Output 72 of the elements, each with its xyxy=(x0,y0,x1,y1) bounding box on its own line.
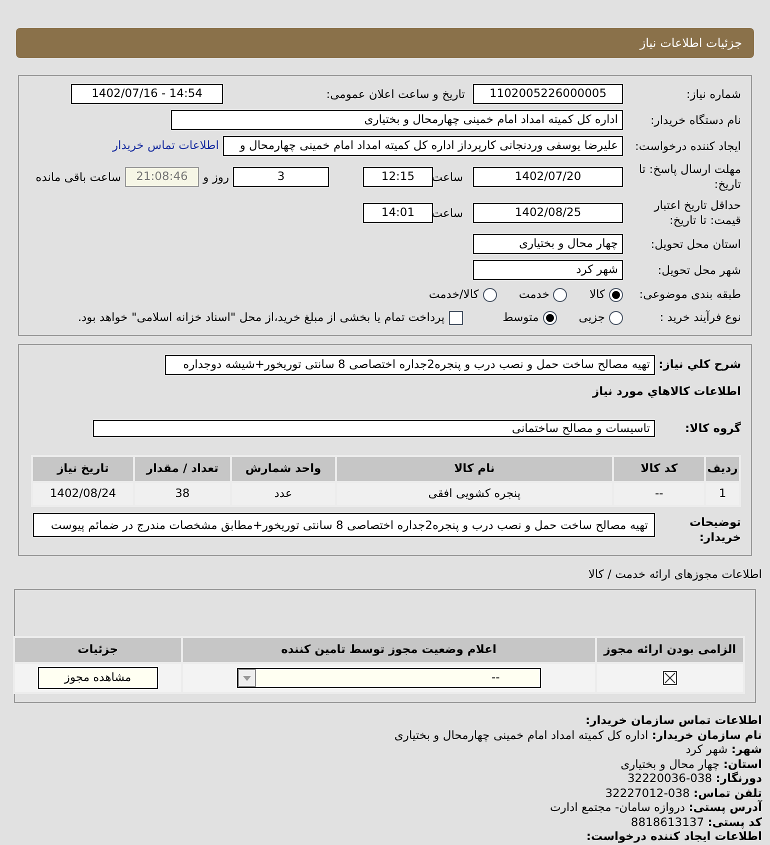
field-label: تاریخ و ساعت اعلان عمومی: xyxy=(325,86,466,102)
contact-title: اطلاعات ایجاد کننده درخواست: xyxy=(585,829,762,844)
column-header: اعلام وضعیت مجوز توسط تامین کننده xyxy=(182,637,596,663)
field-value: 1402/08/25 xyxy=(473,203,623,223)
checkbox[interactable] xyxy=(448,310,463,325)
field-label: حداقل تاریخ اعتبار قیمت: تا تاریخ: xyxy=(652,198,741,228)
radio-label: جزیی xyxy=(578,309,605,326)
field-value: تاسیسات و مصالح ساختمانی xyxy=(93,420,655,437)
contact-line: آدرس پستی: دروازه سامان- مجتمع ادارت xyxy=(548,800,762,814)
field-value: 1102005226000005 xyxy=(473,84,623,104)
field-value: 12:15 xyxy=(363,167,433,187)
buyer-notes: تهیه مصالح ساخت حمل و نصب درب و پنجره2جداره اختصاصی 8 سانتی توریخور+مطابق مشخصات مندرج در ضمائم پیوست xyxy=(33,512,655,537)
field-label: ساعت باقی مانده xyxy=(34,170,122,184)
field-label: توضیحات خریدار: xyxy=(688,514,741,545)
radio-label: کالا xyxy=(589,286,605,303)
field-label: طبقه بندی موضوعی: xyxy=(638,287,741,302)
radio-label: خدمت xyxy=(518,286,550,303)
table-cell: 1 xyxy=(705,482,740,506)
field-value: 1402/07/16 - 14:54 xyxy=(71,84,223,104)
caret-icon xyxy=(238,669,256,687)
view-permit-button[interactable]: مشاهده مجوز xyxy=(38,667,158,689)
field-value: 1402/07/20 xyxy=(473,167,623,187)
table-cell: پنجره کشویی افقی xyxy=(336,482,614,506)
field-value: علیرضا یوسفی وردنجانی کارپرداز اداره کل کمیته امداد امام خمینی چهارمحال و xyxy=(223,136,623,156)
field-label: ایجاد کننده درخواست: xyxy=(634,138,741,154)
checkbox-label: پرداخت تمام یا بخشی از مبلغ خرید،از محل "اسناد خزانه اسلامی" خواهد بود. xyxy=(78,309,445,326)
field-label: استان محل تحویل: xyxy=(650,236,741,252)
radio-label: کالا/خدمت xyxy=(428,286,479,303)
remaining-time: 21:08:46 xyxy=(125,167,199,187)
column-header: تاریخ نیاز xyxy=(32,456,134,482)
column-header: ردیف xyxy=(705,456,740,482)
field-label: ساعت xyxy=(433,206,464,220)
contact-title: اطلاعات تماس سازمان خریدار: xyxy=(584,713,762,728)
field-value: چهار محال و بختیاری xyxy=(473,234,623,254)
column-header: نام کالا xyxy=(336,456,614,482)
field-label: نوع فرآیند خرید : xyxy=(658,310,741,326)
section-title: اطلاعات کالاهاي مورد نیاز xyxy=(591,382,741,400)
table-cell: -- xyxy=(613,482,706,506)
radio-label: متوسط xyxy=(502,309,539,326)
radio-button[interactable] xyxy=(609,310,623,325)
table-cell: 38 xyxy=(134,482,231,506)
radio-button[interactable] xyxy=(542,310,557,325)
field-label: روز و xyxy=(202,170,230,184)
field-value: تهیه مصالح ساخت حمل و نصب درب و پنجره2جداره اختصاصی 8 سانتی توریخور+شیشه دوجداره xyxy=(165,354,655,374)
column-header: واحد شمارش xyxy=(230,456,336,482)
radio-button[interactable] xyxy=(482,288,497,302)
section-title: اطلاعات مجوزهای ارائه خدمت / کالا xyxy=(587,566,762,583)
field-value: اداره کل کمیته امداد امام خمینی چهارمحال و بختیاری xyxy=(171,110,623,130)
field-value: شهر کرد xyxy=(473,260,623,280)
column-header: تعداد / مقدار xyxy=(134,456,231,482)
table-cell: عدد xyxy=(230,482,336,506)
field-label: ساعت xyxy=(433,170,464,184)
page-header: جزئیات اطلاعات نیاز xyxy=(16,28,754,58)
field-value: 14:01 xyxy=(363,203,433,223)
column-header: کد کالا xyxy=(613,456,706,482)
contact-line: استان: چهار محال و بختیاری xyxy=(620,756,762,771)
field-label: شهر محل تحویل: xyxy=(656,262,741,278)
column-header: الزامی بودن ارائه مجوز xyxy=(596,637,744,663)
field-value: 3 xyxy=(233,167,329,187)
column-header: جزئیات xyxy=(14,637,182,663)
field-label: نام دستگاه خریدار: xyxy=(649,112,741,128)
field-label: گروه کالا: xyxy=(684,420,741,436)
field-label: شماره نیاز: xyxy=(685,86,741,102)
status-dropdown[interactable]: -- xyxy=(236,668,541,688)
contact-line: نام سازمان خریدار: اداره کل کمیته امداد امام خمینی چهارمحال و بختیاری xyxy=(393,728,762,742)
contact-line: شهر: شهر کرد xyxy=(684,742,762,756)
table-cell: 1402/08/24 xyxy=(32,482,134,506)
field-label: مهلت ارسال پاسخ: تا تاریخ: xyxy=(638,162,741,192)
buyer-contact-link[interactable]: اطلاعات تماس خریدار xyxy=(112,137,219,155)
field-label: شرح کلي نیاز: xyxy=(658,357,741,372)
radio-button[interactable] xyxy=(553,288,568,302)
radio-button[interactable] xyxy=(609,288,623,302)
